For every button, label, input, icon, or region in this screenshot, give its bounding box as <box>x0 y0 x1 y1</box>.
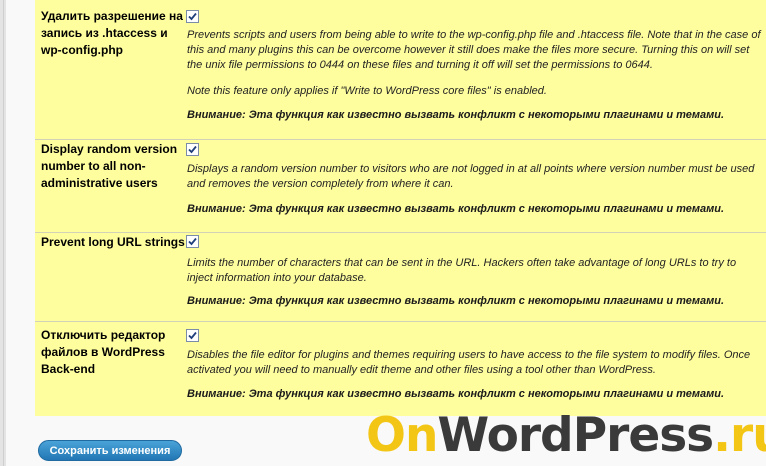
option-note: Note this feature only applies if "Write… <box>187 85 547 97</box>
option-checkbox[interactable] <box>186 329 199 342</box>
option-checkbox[interactable] <box>186 235 199 248</box>
left-edge-panel <box>0 0 6 466</box>
watermark-part-wordpress: WordPress <box>437 408 714 463</box>
option-row-random-version: Display random version number to all non… <box>35 140 766 233</box>
option-warning: Внимание: Эта функция как известно вызва… <box>187 388 725 400</box>
option-warning: Внимание: Эта функция как известно вызва… <box>187 203 725 215</box>
option-label: Удалить разрешение на запись из .htacces… <box>41 9 183 57</box>
checkmark-icon <box>188 145 197 154</box>
option-row-disable-file-editor: Отключить редактор файлов в WordPress Ba… <box>35 322 766 416</box>
option-checkbox[interactable] <box>186 143 199 156</box>
settings-page: Удалить разрешение на запись из .htacces… <box>0 0 766 466</box>
option-warning: Внимание: Эта функция как известно вызва… <box>187 109 725 121</box>
option-description: Disables the file editor for plugins and… <box>187 349 751 376</box>
option-description: Prevents scripts and users from being ab… <box>187 29 761 71</box>
left-edge-line <box>3 0 4 466</box>
watermark-part-ru: .ru <box>713 408 766 463</box>
option-description: Displays a random version number to visi… <box>187 163 755 190</box>
onwordpress-watermark: OnWordPress.ru <box>366 406 766 466</box>
checkmark-icon <box>188 237 197 246</box>
option-label: Display random version number to all non… <box>41 142 178 190</box>
option-warning: Внимание: Эта функция как известно вызва… <box>187 295 725 307</box>
option-label: Prevent long URL strings <box>41 235 185 249</box>
security-options-table: Удалить разрешение на запись из .htacces… <box>35 0 766 416</box>
option-row-long-url: Prevent long URL strings Limits the numb… <box>35 233 766 322</box>
watermark-part-on: On <box>366 408 438 463</box>
option-row-remove-write-permissions: Удалить разрешение на запись из .htacces… <box>35 0 766 140</box>
checkmark-icon <box>188 12 197 21</box>
option-checkbox[interactable] <box>186 10 199 23</box>
checkmark-icon <box>188 331 197 340</box>
option-description: Limits the number of characters that can… <box>187 257 737 284</box>
save-changes-button[interactable]: Сохранить изменения <box>38 440 182 461</box>
option-label: Отключить редактор файлов в WordPress Ba… <box>41 328 166 376</box>
